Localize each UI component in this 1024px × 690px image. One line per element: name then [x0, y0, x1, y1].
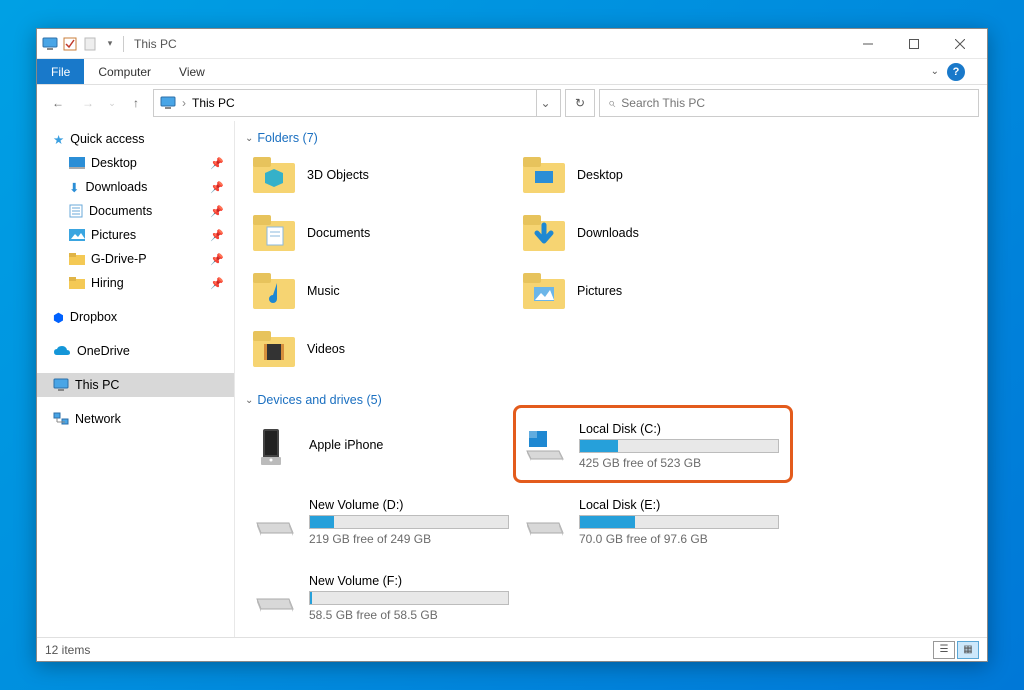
details-view-button[interactable]: ☰ [933, 641, 955, 659]
address-pc-icon [160, 96, 176, 110]
close-button[interactable] [937, 29, 983, 59]
chevron-down-icon: ⌄ [245, 133, 253, 144]
device-iphone[interactable]: Apple iPhone [253, 419, 513, 473]
drive-e[interactable]: Local Disk (E:) 70.0 GB free of 97.6 GB [523, 495, 783, 549]
navigation-bar: ← → ⌄ ↑ › This PC ⌄ ↻ ⌕ [37, 85, 987, 121]
qat-dropdown-icon[interactable]: ▾ [101, 35, 119, 53]
hard-drive-icon [523, 503, 567, 541]
3d-objects-icon [253, 156, 295, 194]
pin-icon: 📌 [210, 157, 224, 170]
drive-f[interactable]: New Volume (F:) 58.5 GB free of 58.5 GB [253, 571, 513, 625]
drive-d[interactable]: New Volume (D:) 219 GB free of 249 GB [253, 495, 513, 549]
folder-documents[interactable]: Documents [253, 211, 513, 255]
this-pc-icon [41, 35, 59, 53]
folder-3d-objects[interactable]: 3D Objects [253, 153, 513, 197]
sidebar-network[interactable]: Network [37, 407, 234, 431]
pin-icon: 📌 [210, 181, 224, 194]
back-button[interactable]: ← [45, 90, 71, 116]
download-icon: ⬇ [69, 180, 79, 195]
folder-desktop[interactable]: Desktop [523, 153, 783, 197]
documents-folder-icon [253, 214, 295, 252]
address-dropdown-icon[interactable]: ⌄ [536, 90, 554, 116]
folder-pictures[interactable]: Pictures [523, 269, 783, 313]
help-icon[interactable]: ? [947, 63, 965, 81]
recent-locations-button[interactable]: ⌄ [105, 90, 119, 116]
videos-folder-icon [253, 330, 295, 368]
address-separator: › [182, 96, 186, 110]
pin-icon: 📌 [210, 253, 224, 266]
folder-icon [69, 253, 85, 265]
pin-icon: 📌 [210, 229, 224, 242]
folder-icon [69, 277, 85, 289]
sidebar-item-hiring[interactable]: Hiring📌 [37, 271, 234, 295]
chevron-down-icon: ⌄ [245, 395, 253, 406]
pin-icon: 📌 [210, 277, 224, 290]
address-location: This PC [192, 96, 235, 110]
pictures-folder-icon [523, 272, 565, 310]
sidebar-dropbox[interactable]: ⬢ Dropbox [37, 305, 234, 329]
pictures-icon [69, 229, 85, 241]
drive-c[interactable]: Local Disk (C:) 425 GB free of 523 GB [523, 419, 783, 473]
drive-usage-bar [579, 439, 779, 453]
up-button[interactable]: ↑ [123, 90, 149, 116]
hard-drive-icon [253, 503, 297, 541]
content-pane: ⌄ Folders (7) 3D Objects Desktop Documen… [235, 121, 987, 637]
sidebar-item-desktop[interactable]: Desktop📌 [37, 151, 234, 175]
item-count: 12 items [45, 643, 90, 657]
this-pc-icon [53, 378, 69, 392]
drive-usage-bar [579, 515, 779, 529]
window-title: This PC [134, 37, 177, 51]
titlebar: ▾ This PC [37, 29, 987, 59]
sidebar-item-pictures[interactable]: Pictures📌 [37, 223, 234, 247]
minimize-button[interactable] [845, 29, 891, 59]
desktop-folder-icon [523, 156, 565, 194]
folder-videos[interactable]: Videos [253, 327, 513, 371]
tab-computer[interactable]: Computer [84, 59, 165, 84]
pin-icon: 📌 [210, 205, 224, 218]
tiles-view-button[interactable]: ▦ [957, 641, 979, 659]
navigation-pane: ★ Quick access Desktop📌 ⬇ Downloads📌 Doc… [37, 121, 235, 637]
os-drive-icon [523, 427, 567, 465]
section-drives[interactable]: ⌄ Devices and drives (5) [239, 385, 987, 415]
forward-button[interactable]: → [75, 90, 101, 116]
section-folders[interactable]: ⌄ Folders (7) [239, 123, 987, 153]
address-bar[interactable]: › This PC ⌄ [153, 89, 561, 117]
network-icon [53, 412, 69, 426]
desktop-icon [69, 157, 85, 169]
phone-device-icon [253, 427, 297, 465]
onedrive-icon [53, 345, 71, 357]
sidebar-this-pc[interactable]: This PC [37, 373, 234, 397]
tab-view[interactable]: View [165, 59, 219, 84]
folder-downloads[interactable]: Downloads [523, 211, 783, 255]
explorer-window: ▾ This PC File Computer View ⌄ ? ← → ⌄ ↑… [36, 28, 988, 662]
folder-music[interactable]: Music [253, 269, 513, 313]
ribbon-tabs: File Computer View ⌄ ? [37, 59, 987, 85]
tab-file[interactable]: File [37, 59, 84, 84]
properties-qat-icon[interactable] [61, 35, 79, 53]
sidebar-quick-access[interactable]: ★ Quick access [37, 127, 234, 151]
new-folder-qat-icon[interactable] [81, 35, 99, 53]
maximize-button[interactable] [891, 29, 937, 59]
documents-icon [69, 204, 83, 218]
refresh-button[interactable]: ↻ [565, 89, 595, 117]
sidebar-item-downloads[interactable]: ⬇ Downloads📌 [37, 175, 234, 199]
sidebar-item-gdrive[interactable]: G-Drive-P📌 [37, 247, 234, 271]
drive-usage-bar [309, 591, 509, 605]
drive-usage-bar [309, 515, 509, 529]
dropbox-icon: ⬢ [53, 310, 64, 325]
music-folder-icon [253, 272, 295, 310]
search-icon: ⌕ [608, 95, 615, 111]
quick-access-toolbar: ▾ [41, 35, 119, 53]
hard-drive-icon [253, 579, 297, 617]
downloads-folder-icon [523, 214, 565, 252]
star-icon: ★ [53, 132, 64, 147]
sidebar-item-documents[interactable]: Documents📌 [37, 199, 234, 223]
search-input[interactable] [621, 96, 970, 110]
sidebar-onedrive[interactable]: OneDrive [37, 339, 234, 363]
ribbon-collapse-icon[interactable]: ⌄ [931, 66, 939, 77]
status-bar: 12 items ☰ ▦ [37, 637, 987, 661]
